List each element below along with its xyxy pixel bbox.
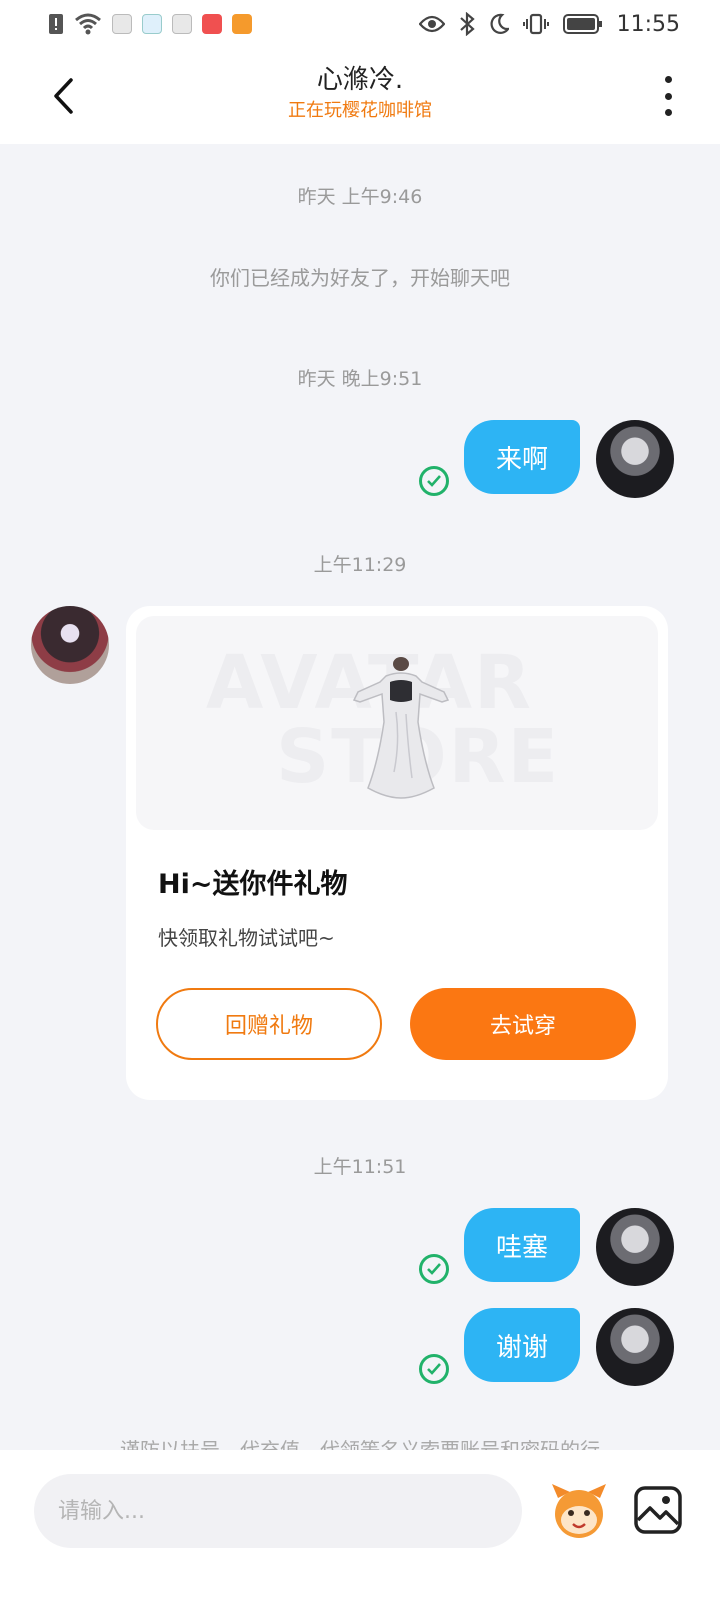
- my-avatar[interactable]: [596, 1208, 674, 1286]
- my-avatar[interactable]: [596, 1308, 674, 1386]
- message-bubble-outgoing[interactable]: 谢谢: [464, 1308, 580, 1382]
- more-dot: [664, 92, 672, 100]
- battery-icon: [562, 14, 602, 34]
- my-avatar[interactable]: [596, 420, 674, 498]
- gift-title: Hi~送你件礼物: [158, 869, 348, 900]
- chat-area[interactable]: 昨天 上午9:46 你们已经成为好友了，开始聊天吧 昨天 晚上9:51 来啊 上…: [0, 144, 720, 1450]
- input-bar: [0, 1450, 720, 1600]
- video-app-icon: [232, 14, 252, 34]
- message-bubble-outgoing[interactable]: 来啊: [464, 420, 580, 494]
- timestamp: 上午11:29: [313, 554, 407, 576]
- more-options-button[interactable]: [656, 72, 680, 120]
- system-message: 你们已经成为好友了，开始聊天吧: [210, 266, 510, 290]
- gift-card[interactable]: AVATAR STORE Hi~送你件礼物 快领取礼物试试吧~ 回赠礼物 去试穿: [126, 606, 668, 1100]
- return-gift-button[interactable]: 回赠礼物: [156, 988, 382, 1060]
- app-icon: [142, 14, 162, 34]
- dress-icon: [352, 657, 450, 799]
- app-icon: [202, 14, 222, 34]
- chat-header: 心滌冷. 正在玩樱花咖啡馆: [0, 48, 720, 144]
- more-dot: [664, 109, 672, 116]
- security-notice: 谨防以扶号、代充值、代领等名义索要账号和密码的行: [120, 1438, 600, 1450]
- gift-description: 快领取礼物试试吧~: [158, 926, 335, 950]
- wifi-icon: [75, 13, 101, 35]
- status-time: 11:55: [616, 11, 680, 37]
- sent-check-icon: [419, 1254, 449, 1284]
- bluetooth-icon: [459, 12, 475, 36]
- app-icon: [112, 14, 132, 34]
- alert-icon: [49, 14, 63, 34]
- sent-check-icon: [419, 1354, 449, 1384]
- playing-status: 正在玩樱花咖啡馆: [288, 100, 432, 121]
- timestamp: 昨天 上午9:46: [297, 186, 423, 208]
- message-bubble-outgoing[interactable]: 哇塞: [464, 1208, 580, 1282]
- status-left-icons: [48, 13, 252, 35]
- moon-icon: [490, 13, 509, 34]
- eye-icon: [418, 15, 445, 33]
- gift-image[interactable]: AVATAR STORE: [136, 616, 658, 830]
- app-icon: [172, 14, 192, 34]
- status-bar: 11:55: [0, 0, 720, 48]
- friend-avatar[interactable]: [31, 606, 109, 684]
- mascot-icon: [552, 1484, 606, 1538]
- more-vertical-icon: [664, 76, 672, 83]
- vibrate-icon: [522, 13, 549, 35]
- page-title: 心滌冷.: [316, 65, 404, 95]
- timestamp: 昨天 晚上9:51: [297, 368, 423, 390]
- sticker-button[interactable]: [548, 1480, 610, 1542]
- timestamp: 上午11:51: [313, 1156, 407, 1178]
- status-right-icons: 11:55: [418, 11, 680, 37]
- header-title-area: 心滌冷. 正在玩樱花咖啡馆: [0, 62, 720, 124]
- image-icon: [634, 1486, 682, 1534]
- image-picker-button[interactable]: [632, 1484, 684, 1536]
- try-on-button[interactable]: 去试穿: [410, 988, 636, 1060]
- message-input[interactable]: [34, 1474, 522, 1548]
- sent-check-icon: [419, 466, 449, 496]
